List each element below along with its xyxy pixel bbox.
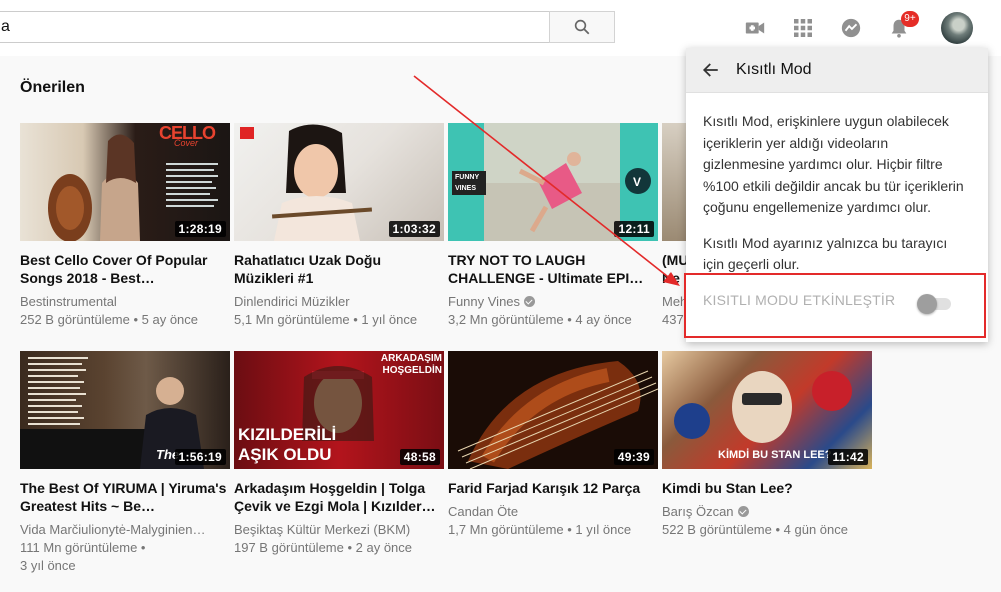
channel-name[interactable]: Beşiktaş Kültür Merkezi (BKM)	[234, 521, 444, 539]
video-card[interactable]: KİMDİ BU STAN LEE? 11:42 Kimdi bu Stan L…	[662, 351, 872, 539]
verified-icon	[737, 506, 749, 517]
video-thumbnail[interactable]: CELLO Cover 1:28:19	[20, 123, 230, 241]
channel-name[interactable]: Dinlendirici Müzikler	[234, 293, 444, 311]
video-duration: 48:58	[399, 449, 440, 465]
thumb-text: KİMDİ BU STAN LEE?	[718, 449, 832, 461]
restricted-mode-title: Kısıtlı Mod	[736, 61, 812, 78]
video-thumbnail[interactable]: KİMDİ BU STAN LEE? 11:42	[662, 351, 872, 469]
channel-name[interactable]: Funny Vines	[448, 293, 658, 311]
channel-name[interactable]: Candan Öte	[448, 503, 658, 521]
video-meta: 1,7 Mn görüntüleme • 1 yıl önce	[448, 522, 632, 537]
video-duration: 49:39	[613, 449, 654, 465]
video-thumbnail[interactable]: The 1:56:19	[20, 351, 230, 469]
video-card[interactable]: CELLO Cover 1:28:19 Best Cello Cover Of …	[20, 123, 230, 329]
video-meta: 111 Mn görüntüleme • 3 yıl önce	[20, 540, 146, 573]
search-button[interactable]	[549, 11, 615, 43]
video-title[interactable]: Kimdi bu Stan Lee?	[662, 479, 872, 497]
video-thumbnail[interactable]: V FUNNY VINES 12:11	[448, 123, 658, 241]
video-thumbnail[interactable]: ARKADAŞIM HOŞGELDİN KIZILDERİLİ AŞIK OLD…	[234, 351, 444, 469]
channel-name[interactable]: Vida Marčiulionytė-Malyginien…	[20, 521, 230, 539]
video-duration: 12:11	[614, 221, 654, 237]
video-duration: 1:03:32	[388, 221, 440, 237]
description-paragraph: Kısıtlı Mod, erişkinlere uygun olabilece…	[703, 113, 964, 215]
video-card[interactable]: 49:39 Farid Farjad Karışık 12 Parça Cand…	[448, 351, 658, 539]
channel-name[interactable]: Barış Özcan	[662, 503, 872, 521]
video-duration: 11:42	[828, 449, 868, 465]
search-input[interactable]: a	[0, 11, 549, 43]
restricted-mode-header: Kısıtlı Mod	[686, 48, 988, 93]
svg-text:V: V	[633, 175, 641, 189]
thumb-subtext: Cover	[174, 138, 199, 148]
video-title[interactable]: Best Cello Cover Of Popular Songs 2018 -…	[20, 251, 230, 287]
video-thumbnail[interactable]: 1:03:32	[234, 123, 444, 241]
video-meta: 252 B görüntüleme • 5 ay önce	[20, 312, 199, 327]
avatar[interactable]	[941, 12, 973, 44]
video-card[interactable]: The 1:56:19 The Best Of YIRUMA | Yiruma'…	[20, 351, 230, 575]
video-meta: 5,1 Mn görüntüleme • 1 yıl önce	[234, 312, 418, 327]
video-meta: 522 B görüntüleme • 4 gün önce	[662, 522, 848, 537]
restricted-mode-description: Kısıtlı Mod, erişkinlere uygun olabilece…	[686, 93, 988, 276]
video-title[interactable]: Farid Farjad Karışık 12 Parça	[448, 479, 658, 497]
thumb-subtext: ARKADAŞIM HOŞGELDİN	[380, 353, 442, 376]
video-title[interactable]: TRY NOT TO LAUGH CHALLENGE - Ultimate EP…	[448, 251, 658, 287]
thumb-text: KIZILDERİLİ AŞIK OLDU	[238, 425, 337, 464]
messages-icon[interactable]	[839, 16, 863, 40]
search-icon	[574, 19, 590, 35]
video-thumbnail[interactable]: 49:39	[448, 351, 658, 469]
video-card[interactable]: ARKADAŞIM HOŞGELDİN KIZILDERİLİ AŞIK OLD…	[234, 351, 444, 557]
arrow-back-icon[interactable]	[696, 55, 726, 85]
video-title[interactable]: Rahatlatıcı Uzak Doğu Müzikleri #1	[234, 251, 444, 287]
video-duration: 1:56:19	[174, 449, 226, 465]
notification-badge: 9+	[901, 11, 919, 27]
description-paragraph: Kısıtlı Mod ayarınız yalnızca bu tarayıc…	[703, 234, 948, 273]
video-card[interactable]: V FUNNY VINES 12:11 TRY NOT TO LAUGH CHA…	[448, 123, 658, 329]
apps-grid-icon[interactable]	[791, 16, 815, 40]
channel-name[interactable]: Bestinstrumental	[20, 293, 230, 311]
video-title[interactable]: The Best Of YIRUMA | Yiruma's Greatest H…	[20, 479, 230, 515]
verified-icon	[524, 296, 536, 307]
video-meta: 3,2 Mn görüntüleme • 4 ay önce	[448, 312, 632, 327]
video-duration: 1:28:19	[174, 221, 226, 237]
video-card[interactable]: 1:03:32 Rahatlatıcı Uzak Doğu Müzikleri …	[234, 123, 444, 329]
thumb-text: FUNNY VINES	[452, 171, 486, 195]
video-camera-icon[interactable]	[743, 16, 767, 40]
video-title[interactable]: Arkadaşım Hoşgeldin | Tolga Çevik ve Ezg…	[234, 479, 444, 515]
section-title: Önerilen	[20, 79, 85, 96]
highlight-box	[684, 273, 986, 338]
video-meta: 197 B görüntüleme • 2 ay önce	[234, 540, 413, 555]
